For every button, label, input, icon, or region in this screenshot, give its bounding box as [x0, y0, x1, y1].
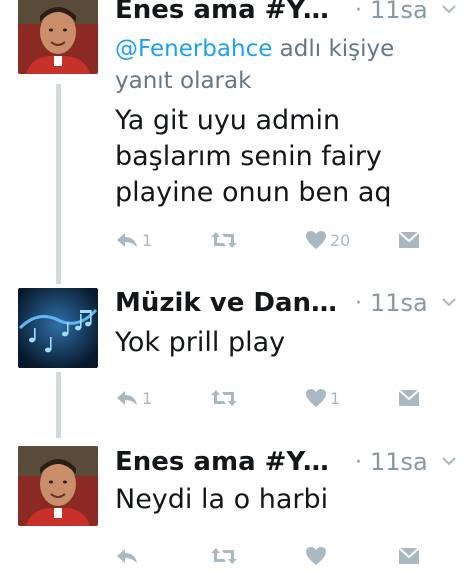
retweet-button[interactable]: [210, 225, 241, 255]
tweet-text: Yok prill play: [115, 327, 286, 358]
reply-icon: [117, 233, 137, 247]
reply-button[interactable]: 1: [115, 225, 152, 255]
like-count: 1: [330, 388, 341, 408]
reply-icon: [117, 549, 137, 563]
tweet-text: Ya git uyu admin başlarım senin fairy pl…: [115, 105, 392, 208]
tweet-timestamp[interactable]: 11sa: [370, 448, 428, 476]
chevron-down-icon[interactable]: [440, 452, 458, 470]
tweet[interactable]: Enes ama #Ye... · 11sa Neydi la o harbi: [0, 440, 464, 569]
retweet-icon: [211, 232, 237, 248]
envelope-icon: [398, 231, 420, 248]
like-button[interactable]: 1: [305, 383, 340, 413]
chevron-down-icon[interactable]: [440, 293, 458, 311]
reply-context: @Fenerbahce adlı kişiye yanıt olarak: [115, 33, 445, 97]
retweet-icon: [211, 548, 237, 564]
reply-button[interactable]: 1: [115, 383, 152, 413]
tweet-actions: 1 1: [115, 383, 425, 413]
direct-message-button[interactable]: [398, 383, 420, 413]
separator-dot: ·: [355, 0, 362, 23]
like-button[interactable]: [305, 541, 330, 571]
enes-avatar-icon[interactable]: [18, 446, 98, 526]
retweet-button[interactable]: [210, 383, 241, 413]
tweet-header: Enes ama #Ye... · 11sa: [115, 442, 464, 482]
display-name[interactable]: Müzik ve Dans ...: [115, 288, 345, 318]
tweet-header: Müzik ve Dans ... · 11sa: [115, 283, 464, 323]
heart-icon: [306, 547, 326, 565]
retweet-button[interactable]: [210, 541, 241, 571]
reply-button[interactable]: [115, 541, 142, 571]
envelope-icon: [398, 547, 420, 564]
separator-dot: ·: [355, 449, 362, 475]
reply-count: 1: [142, 388, 153, 408]
retweet-icon: [211, 390, 237, 406]
direct-message-button[interactable]: [398, 541, 420, 571]
reply-icon: [117, 391, 137, 405]
reply-handle-link[interactable]: @Fenerbahce: [115, 36, 272, 62]
reply-count: 1: [142, 230, 153, 250]
display-name[interactable]: Enes ama #Ye...: [115, 447, 345, 477]
heart-icon: [306, 389, 326, 407]
tweet-actions: [115, 541, 425, 571]
heart-icon: [306, 231, 326, 249]
music-notes-avatar-icon[interactable]: [18, 288, 98, 368]
tweet-timestamp[interactable]: 11sa: [370, 0, 428, 24]
separator-dot: ·: [355, 290, 362, 316]
like-count: 20: [330, 230, 351, 250]
tweet[interactable]: Müzik ve Dans ... · 11sa Yok prill play …: [0, 285, 464, 440]
tweet[interactable]: Enes ama #Ye... · 11sa @Fenerbahce adlı …: [0, 0, 464, 285]
tweet-actions: 1 20: [115, 225, 425, 255]
tweet-timestamp[interactable]: 11sa: [370, 289, 428, 317]
chevron-down-icon[interactable]: [440, 0, 458, 18]
enes-avatar-icon[interactable]: [18, 0, 98, 74]
display-name[interactable]: Enes ama #Ye...: [115, 0, 345, 25]
tweet-header: Enes ama #Ye... · 11sa: [115, 0, 464, 30]
like-button[interactable]: 20: [305, 225, 350, 255]
direct-message-button[interactable]: [398, 225, 420, 255]
tweet-text: Neydi la o harbi: [115, 484, 329, 515]
envelope-icon: [398, 389, 420, 406]
